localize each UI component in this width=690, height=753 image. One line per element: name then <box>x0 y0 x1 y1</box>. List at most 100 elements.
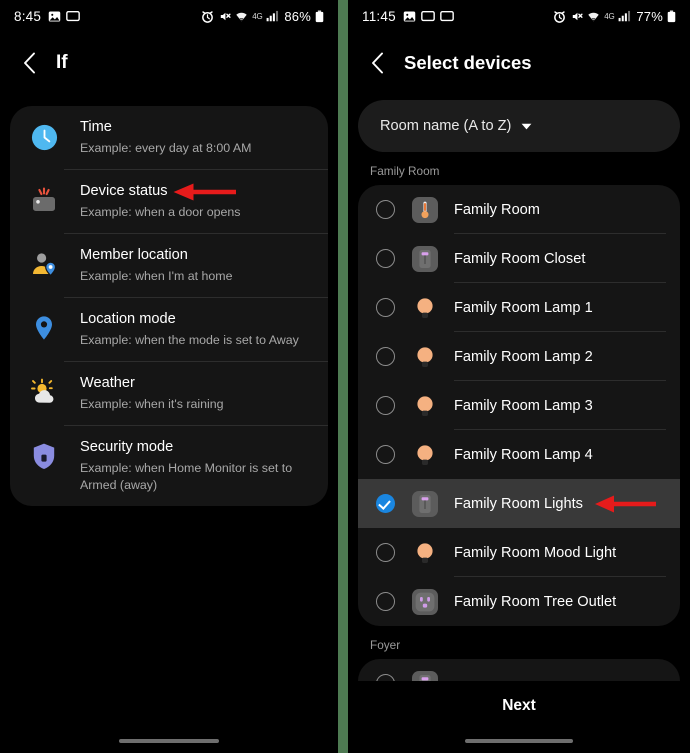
option-subtitle: Example: when Home Monitor is set to Arm… <box>80 461 293 492</box>
device-radio[interactable] <box>376 396 395 415</box>
device-name-wrap: Family Room Closet <box>454 234 680 283</box>
option-row-weather[interactable]: Weather Example: when it's raining <box>10 361 328 425</box>
option-text-security-mode: Security mode Example: when Home Monitor… <box>64 425 328 506</box>
option-subtitle: Example: when it's raining <box>80 397 224 411</box>
device-name-wrap: Family Room Mood Light <box>454 528 680 577</box>
device-row[interactable]: Family Room <box>358 185 680 234</box>
next-button[interactable]: Next <box>502 697 536 715</box>
status-bar-clock: 11:45 <box>362 8 396 24</box>
device-radio[interactable] <box>376 543 395 562</box>
light-switch-icon <box>412 245 438 272</box>
battery-icon <box>315 10 324 22</box>
chevron-down-icon <box>521 117 532 135</box>
option-title: Device status <box>80 183 168 199</box>
status-bar-right-icons: 4G 77% <box>553 9 676 24</box>
device-name-wrap: Family Room Lamp 2 <box>454 332 680 381</box>
screenshot-icon <box>48 10 61 22</box>
network-type-label: 4G <box>252 11 263 21</box>
cast-icon <box>66 10 80 21</box>
member-location-icon <box>24 244 64 284</box>
signal-icon <box>266 10 279 22</box>
page-title: If <box>56 52 68 73</box>
light-switch-icon <box>412 490 438 517</box>
cast-icon <box>439 10 454 21</box>
back-button[interactable] <box>16 50 42 76</box>
sort-dropdown[interactable]: Room name (A to Z) <box>358 100 680 152</box>
back-button[interactable] <box>364 50 390 76</box>
option-title: Weather <box>80 375 135 391</box>
option-row-security-mode[interactable]: Security mode Example: when Home Monitor… <box>10 425 328 506</box>
option-row-time[interactable]: Time Example: every day at 8:00 AM <box>10 106 328 169</box>
option-text-member-location: Member location Example: when I'm at hom… <box>64 233 328 297</box>
device-radio[interactable] <box>376 445 395 464</box>
group-header-family-room: Family Room <box>370 164 440 178</box>
device-name: Family Room Lamp 3 <box>454 397 593 414</box>
status-bar-left-icons <box>48 10 80 23</box>
status-bar-left-icons <box>403 10 454 23</box>
option-text-device-status: Device status Example: when a door opens <box>64 169 328 233</box>
status-bar-right-icons: 4G 86% <box>201 9 324 24</box>
option-title: Security mode <box>80 439 174 455</box>
device-radio[interactable] <box>376 347 395 366</box>
device-name-wrap: Family Room Tree Outlet <box>454 577 680 626</box>
alarm-icon <box>202 10 214 23</box>
device-row-selected[interactable]: Family Room Lights <box>358 479 680 528</box>
option-subtitle: Example: when the mode is set to Away <box>80 333 299 347</box>
device-name-wrap: Family Room Lamp 1 <box>454 283 680 332</box>
gesture-home-bar[interactable] <box>465 739 573 743</box>
device-name-wrap: Family Room Lamp 3 <box>454 381 680 430</box>
device-name: Family Room Closet <box>454 250 586 267</box>
device-row[interactable]: Family Room Closet <box>358 234 680 283</box>
bulb-icon <box>412 540 438 566</box>
screen-separator <box>338 0 348 753</box>
option-title: Location mode <box>80 311 176 327</box>
annotation-arrow-icon <box>595 495 656 513</box>
outlet-icon <box>412 588 438 615</box>
trigger-options-card: Time Example: every day at 8:00 AM Devic… <box>10 106 328 506</box>
option-subtitle: Example: when I'm at home <box>80 269 233 283</box>
device-name: Family Room Lamp 4 <box>454 446 593 463</box>
option-text-weather: Weather Example: when it's raining <box>64 361 328 425</box>
device-row[interactable]: Family Room Lamp 2 <box>358 332 680 381</box>
left-app-bar: If <box>0 32 338 94</box>
option-row-device-status[interactable]: Device status Example: when a door opens <box>10 169 328 233</box>
gesture-home-bar[interactable] <box>119 739 219 743</box>
clock-icon <box>24 117 64 157</box>
device-radio[interactable] <box>376 298 395 317</box>
option-title: Time <box>80 119 112 135</box>
wifi-icon <box>236 12 247 21</box>
page-title: Select devices <box>404 52 532 73</box>
device-name-wrap: Family Room Lamp 4 <box>454 430 680 479</box>
device-list-family-room: Family Room Family Room Closet Family Ro… <box>358 185 680 626</box>
battery-icon <box>667 10 676 22</box>
device-radio[interactable] <box>376 249 395 268</box>
battery-percent-label: 77% <box>636 8 663 24</box>
right-status-bar: 11:45 4G 77% <box>348 0 690 32</box>
bulb-icon <box>412 344 438 370</box>
back-chevron-icon <box>23 52 35 74</box>
device-radio[interactable] <box>376 200 395 219</box>
dual-screenshot-container: 8:45 4G 86% If Time Example: every day a… <box>0 0 690 753</box>
signal-icon <box>618 10 631 22</box>
group-header-foyer: Foyer <box>370 638 401 652</box>
device-row[interactable]: Family Room Lamp 4 <box>358 430 680 479</box>
option-row-location-mode[interactable]: Location mode Example: when the mode is … <box>10 297 328 361</box>
option-row-member-location[interactable]: Member location Example: when I'm at hom… <box>10 233 328 297</box>
device-row[interactable]: Family Room Lamp 1 <box>358 283 680 332</box>
bulb-icon <box>412 295 438 321</box>
status-bar-clock: 8:45 <box>14 8 42 24</box>
device-name-wrap: Family Room <box>454 185 680 234</box>
right-app-bar: Select devices <box>348 32 690 94</box>
device-name: Family Room <box>454 201 540 218</box>
shield-icon <box>24 436 64 476</box>
device-row[interactable]: Family Room Tree Outlet <box>358 577 680 626</box>
mute-icon <box>573 12 583 20</box>
device-row[interactable]: Family Room Mood Light <box>358 528 680 577</box>
network-type-label: 4G <box>604 11 615 21</box>
bulb-icon <box>412 442 438 468</box>
device-radio[interactable] <box>376 592 395 611</box>
mute-icon <box>221 12 231 20</box>
device-name: Family Room Tree Outlet <box>454 593 617 610</box>
device-radio-checked[interactable] <box>376 494 395 513</box>
device-row[interactable]: Family Room Lamp 3 <box>358 381 680 430</box>
